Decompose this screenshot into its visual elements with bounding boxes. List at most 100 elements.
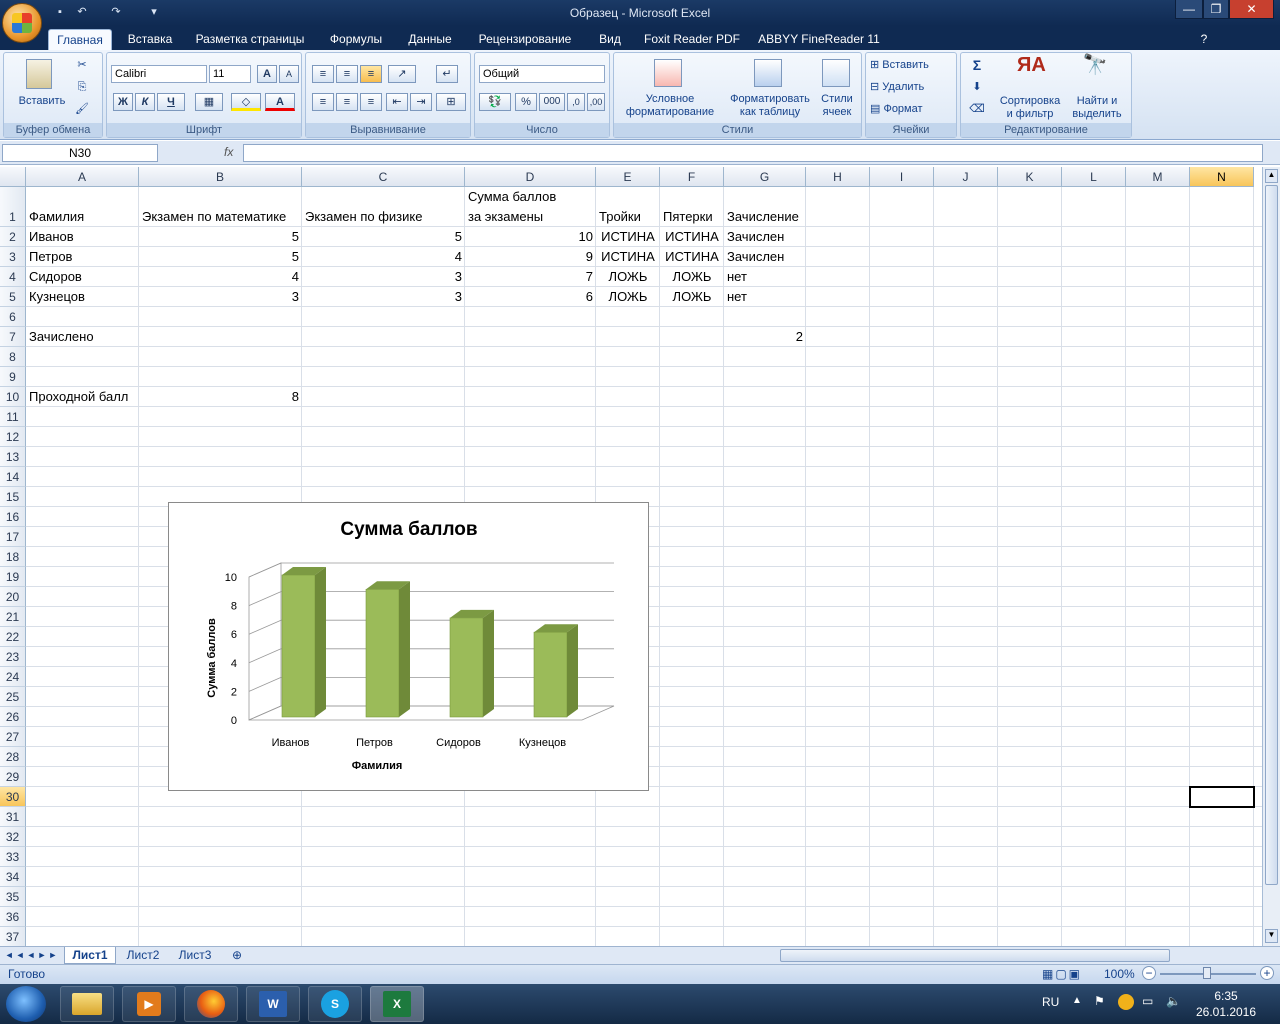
cut-icon[interactable]: ✂: [74, 59, 90, 72]
cell-c2[interactable]: 5: [302, 227, 465, 247]
cell-b3[interactable]: 5: [139, 247, 302, 267]
row-header-34[interactable]: 34: [0, 867, 26, 887]
find-select-button[interactable]: Найти и выделить: [1065, 95, 1129, 121]
tab-insert[interactable]: Вставка: [118, 29, 182, 50]
autosum-button[interactable]: Σ: [967, 58, 987, 72]
row-header-29[interactable]: 29: [0, 767, 26, 787]
format-painter-icon[interactable]: 🖌: [74, 103, 90, 116]
insert-cells-button[interactable]: ⊞ Вставить: [870, 59, 954, 72]
merge-center-icon[interactable]: ⊞: [436, 93, 466, 111]
cell-g2[interactable]: Зачислен: [724, 227, 787, 247]
align-left-icon[interactable]: ≡: [312, 93, 334, 111]
row-header-19[interactable]: 19: [0, 567, 26, 587]
cell-d3[interactable]: 9: [465, 247, 596, 267]
tab-foxit[interactable]: Foxit Reader PDF: [640, 29, 744, 50]
column-header-n[interactable]: N: [1190, 167, 1254, 187]
cell-f2[interactable]: ИСТИНА: [660, 227, 724, 247]
cell-e3[interactable]: ИСТИНА: [596, 247, 660, 267]
cell-e1[interactable]: Тройки: [596, 207, 644, 227]
excel-taskbar-icon[interactable]: X: [370, 986, 424, 1022]
column-header-a[interactable]: A: [26, 167, 139, 187]
conditional-formatting-button[interactable]: Условное форматирование: [618, 93, 722, 119]
clock-date[interactable]: 26.01.2016: [1192, 1005, 1260, 1019]
scroll-thumb[interactable]: [1265, 185, 1278, 885]
row-header-18[interactable]: 18: [0, 547, 26, 567]
row-header-16[interactable]: 16: [0, 507, 26, 527]
cell-c4[interactable]: 3: [302, 267, 465, 287]
cell-f4[interactable]: ЛОЖЬ: [660, 267, 724, 287]
insert-function-button[interactable]: fx: [224, 145, 233, 159]
cell-g4[interactable]: нет: [724, 267, 750, 287]
column-header-e[interactable]: E: [596, 167, 660, 187]
column-header-i[interactable]: I: [870, 167, 934, 187]
start-button-icon[interactable]: [6, 986, 46, 1022]
action-center-icon[interactable]: ⚑: [1094, 994, 1105, 1008]
row-header-37[interactable]: 37: [0, 927, 26, 946]
bold-button[interactable]: Ж: [113, 93, 133, 111]
volume-icon[interactable]: 🔈: [1166, 994, 1181, 1008]
row-header-25[interactable]: 25: [0, 687, 26, 707]
row-header-24[interactable]: 24: [0, 667, 26, 687]
zoom-in-button[interactable]: +: [1260, 966, 1274, 980]
tab-view[interactable]: Вид: [590, 29, 630, 50]
align-right-icon[interactable]: ≡: [360, 93, 382, 111]
zoom-level[interactable]: 100%: [1104, 967, 1135, 981]
percent-button[interactable]: %: [515, 93, 537, 111]
row-header-22[interactable]: 22: [0, 627, 26, 647]
fill-icon[interactable]: ⬇: [967, 81, 987, 94]
formula-input[interactable]: [243, 144, 1263, 162]
row-header-14[interactable]: 14: [0, 467, 26, 487]
cell-f3[interactable]: ИСТИНА: [660, 247, 724, 267]
align-center-icon[interactable]: ≡: [336, 93, 358, 111]
cell-a1[interactable]: Фамилия: [26, 207, 87, 227]
cell-e4[interactable]: ЛОЖЬ: [596, 267, 660, 287]
sheet-tab-2[interactable]: Лист2: [118, 947, 168, 964]
select-all-corner[interactable]: [0, 167, 26, 187]
row-header-31[interactable]: 31: [0, 807, 26, 827]
paste-icon[interactable]: [26, 59, 52, 89]
cell-a5[interactable]: Кузнецов: [26, 287, 88, 307]
thousands-button[interactable]: 000: [539, 93, 565, 111]
row-header-4[interactable]: 4: [0, 267, 26, 287]
column-header-j[interactable]: J: [934, 167, 998, 187]
cell-d5[interactable]: 6: [465, 287, 596, 307]
row-header-13[interactable]: 13: [0, 447, 26, 467]
tab-abbyy[interactable]: ABBYY FineReader 11: [756, 29, 882, 50]
format-as-table-button[interactable]: Форматировать как таблицу: [724, 93, 816, 119]
decrease-decimal-icon[interactable]: ,00: [587, 93, 605, 111]
align-bottom-icon[interactable]: ≡: [360, 65, 382, 83]
currency-icon[interactable]: 💱: [479, 93, 511, 111]
cell-a4[interactable]: Сидоров: [26, 267, 85, 287]
font-size-select[interactable]: 11: [209, 65, 251, 83]
row-header-12[interactable]: 12: [0, 427, 26, 447]
row-header-3[interactable]: 3: [0, 247, 26, 267]
cell-g3[interactable]: Зачислен: [724, 247, 787, 267]
explorer-taskbar-icon[interactable]: [60, 986, 114, 1022]
row-header-7[interactable]: 7: [0, 327, 26, 347]
language-indicator[interactable]: RU: [1042, 995, 1059, 1009]
view-mode-icons[interactable]: ▦▢▣: [1042, 967, 1102, 981]
cell-g1[interactable]: Зачисление: [724, 207, 802, 227]
column-header-h[interactable]: H: [806, 167, 870, 187]
row-header-17[interactable]: 17: [0, 527, 26, 547]
italic-button[interactable]: К: [135, 93, 155, 111]
cell-c1[interactable]: Экзамен по физике: [302, 207, 425, 227]
cell-b2[interactable]: 5: [139, 227, 302, 247]
cell-a10[interactable]: Проходной балл: [26, 387, 131, 407]
grow-font-button[interactable]: A: [257, 65, 277, 83]
cell-g7[interactable]: 2: [724, 327, 806, 347]
help-icon[interactable]: ?: [1196, 29, 1212, 50]
row-header-30[interactable]: 30: [0, 787, 26, 807]
row-header-5[interactable]: 5: [0, 287, 26, 307]
row-header-32[interactable]: 32: [0, 827, 26, 847]
sort-filter-button[interactable]: Сортировка и фильтр: [995, 95, 1065, 121]
chart-object[interactable]: Сумма баллов 0 2 4 6 8 10 Иванов Петров Сидоров…: [168, 502, 649, 791]
cell-b4[interactable]: 4: [139, 267, 302, 287]
cell-e2[interactable]: ИСТИНА: [596, 227, 660, 247]
tab-review[interactable]: Рецензирование: [470, 29, 580, 50]
wrap-text-icon[interactable]: ↵: [436, 65, 458, 83]
row-header-28[interactable]: 28: [0, 747, 26, 767]
cell-d1-line2[interactable]: за экзамены: [465, 207, 546, 227]
decrease-indent-icon[interactable]: ⇤: [386, 93, 408, 111]
office-button[interactable]: [2, 3, 42, 43]
